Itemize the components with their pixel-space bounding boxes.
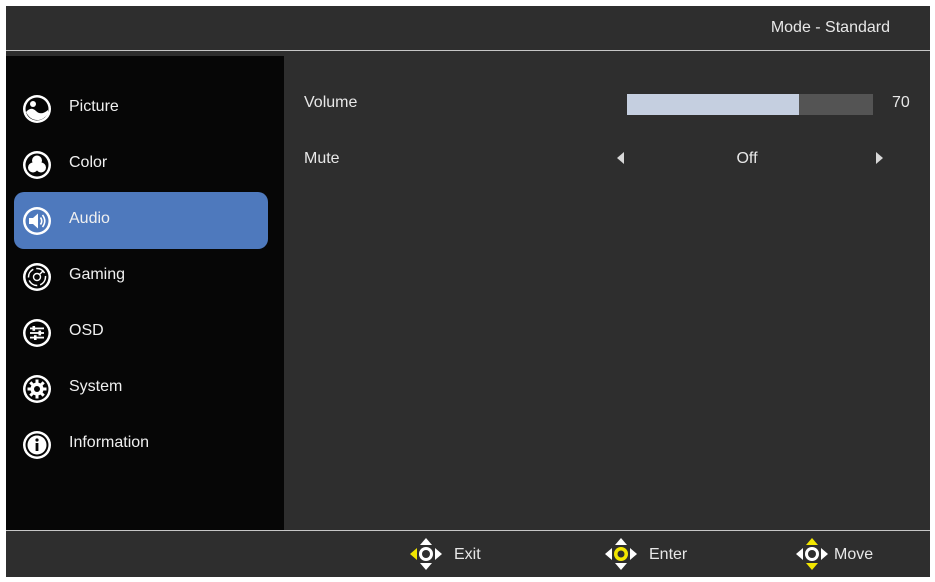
gear-icon (23, 375, 51, 403)
sidebar-item-gaming[interactable]: Gaming (14, 248, 268, 305)
sidebar-item-label: System (69, 378, 123, 395)
joystick-left-icon (410, 538, 442, 570)
picture-icon (23, 95, 51, 123)
sidebar-item-osd[interactable]: OSD (14, 304, 268, 361)
joystick-press-icon (605, 538, 637, 570)
gaming-icon (23, 263, 51, 291)
volume-slider-fill (627, 94, 799, 115)
speaker-icon (23, 207, 51, 235)
color-icon (23, 151, 51, 179)
move-hint-label: Move (834, 546, 874, 563)
mute-value: Off (736, 150, 758, 167)
volume-label: Volume (304, 94, 358, 111)
settings-panel: Volume 70 Mute Off (284, 56, 930, 530)
sidebar-item-picture[interactable]: Picture (14, 80, 268, 137)
sidebar-item-label: Color (69, 154, 108, 171)
volume-slider[interactable] (627, 94, 873, 115)
sidebar-item-label: OSD (69, 322, 104, 339)
sidebar-item-color[interactable]: Color (14, 136, 268, 193)
sidebar-item-information[interactable]: Information (14, 416, 268, 473)
exit-hint-label: Exit (454, 546, 481, 563)
sidebar-item-label: Audio (69, 210, 110, 227)
sidebar-item-label: Information (69, 434, 150, 451)
mode-label: Mode - Standard (770, 19, 890, 36)
joystick-updown-icon (796, 538, 828, 570)
sidebar-item-label: Picture (69, 98, 119, 115)
volume-value: 70 (892, 94, 910, 111)
footer-bar: Exit Enter Move (6, 530, 930, 577)
mute-label: Mute (304, 150, 340, 167)
osd-window: Mode - Standard Picture Color Audio Gami… (6, 6, 930, 577)
sidebar-item-label: Gaming (69, 266, 126, 283)
sidebar-item-audio[interactable]: Audio (14, 192, 268, 249)
enter-hint-label: Enter (649, 546, 688, 563)
info-icon (23, 431, 51, 459)
arrow-left-icon[interactable] (617, 152, 624, 164)
header-bar: Mode - Standard (6, 6, 930, 51)
arrow-right-icon[interactable] (876, 152, 883, 164)
sidebar-item-system[interactable]: System (14, 360, 268, 417)
sliders-icon (23, 319, 51, 347)
sidebar: Picture Color Audio Gaming OSD System In… (6, 56, 284, 530)
